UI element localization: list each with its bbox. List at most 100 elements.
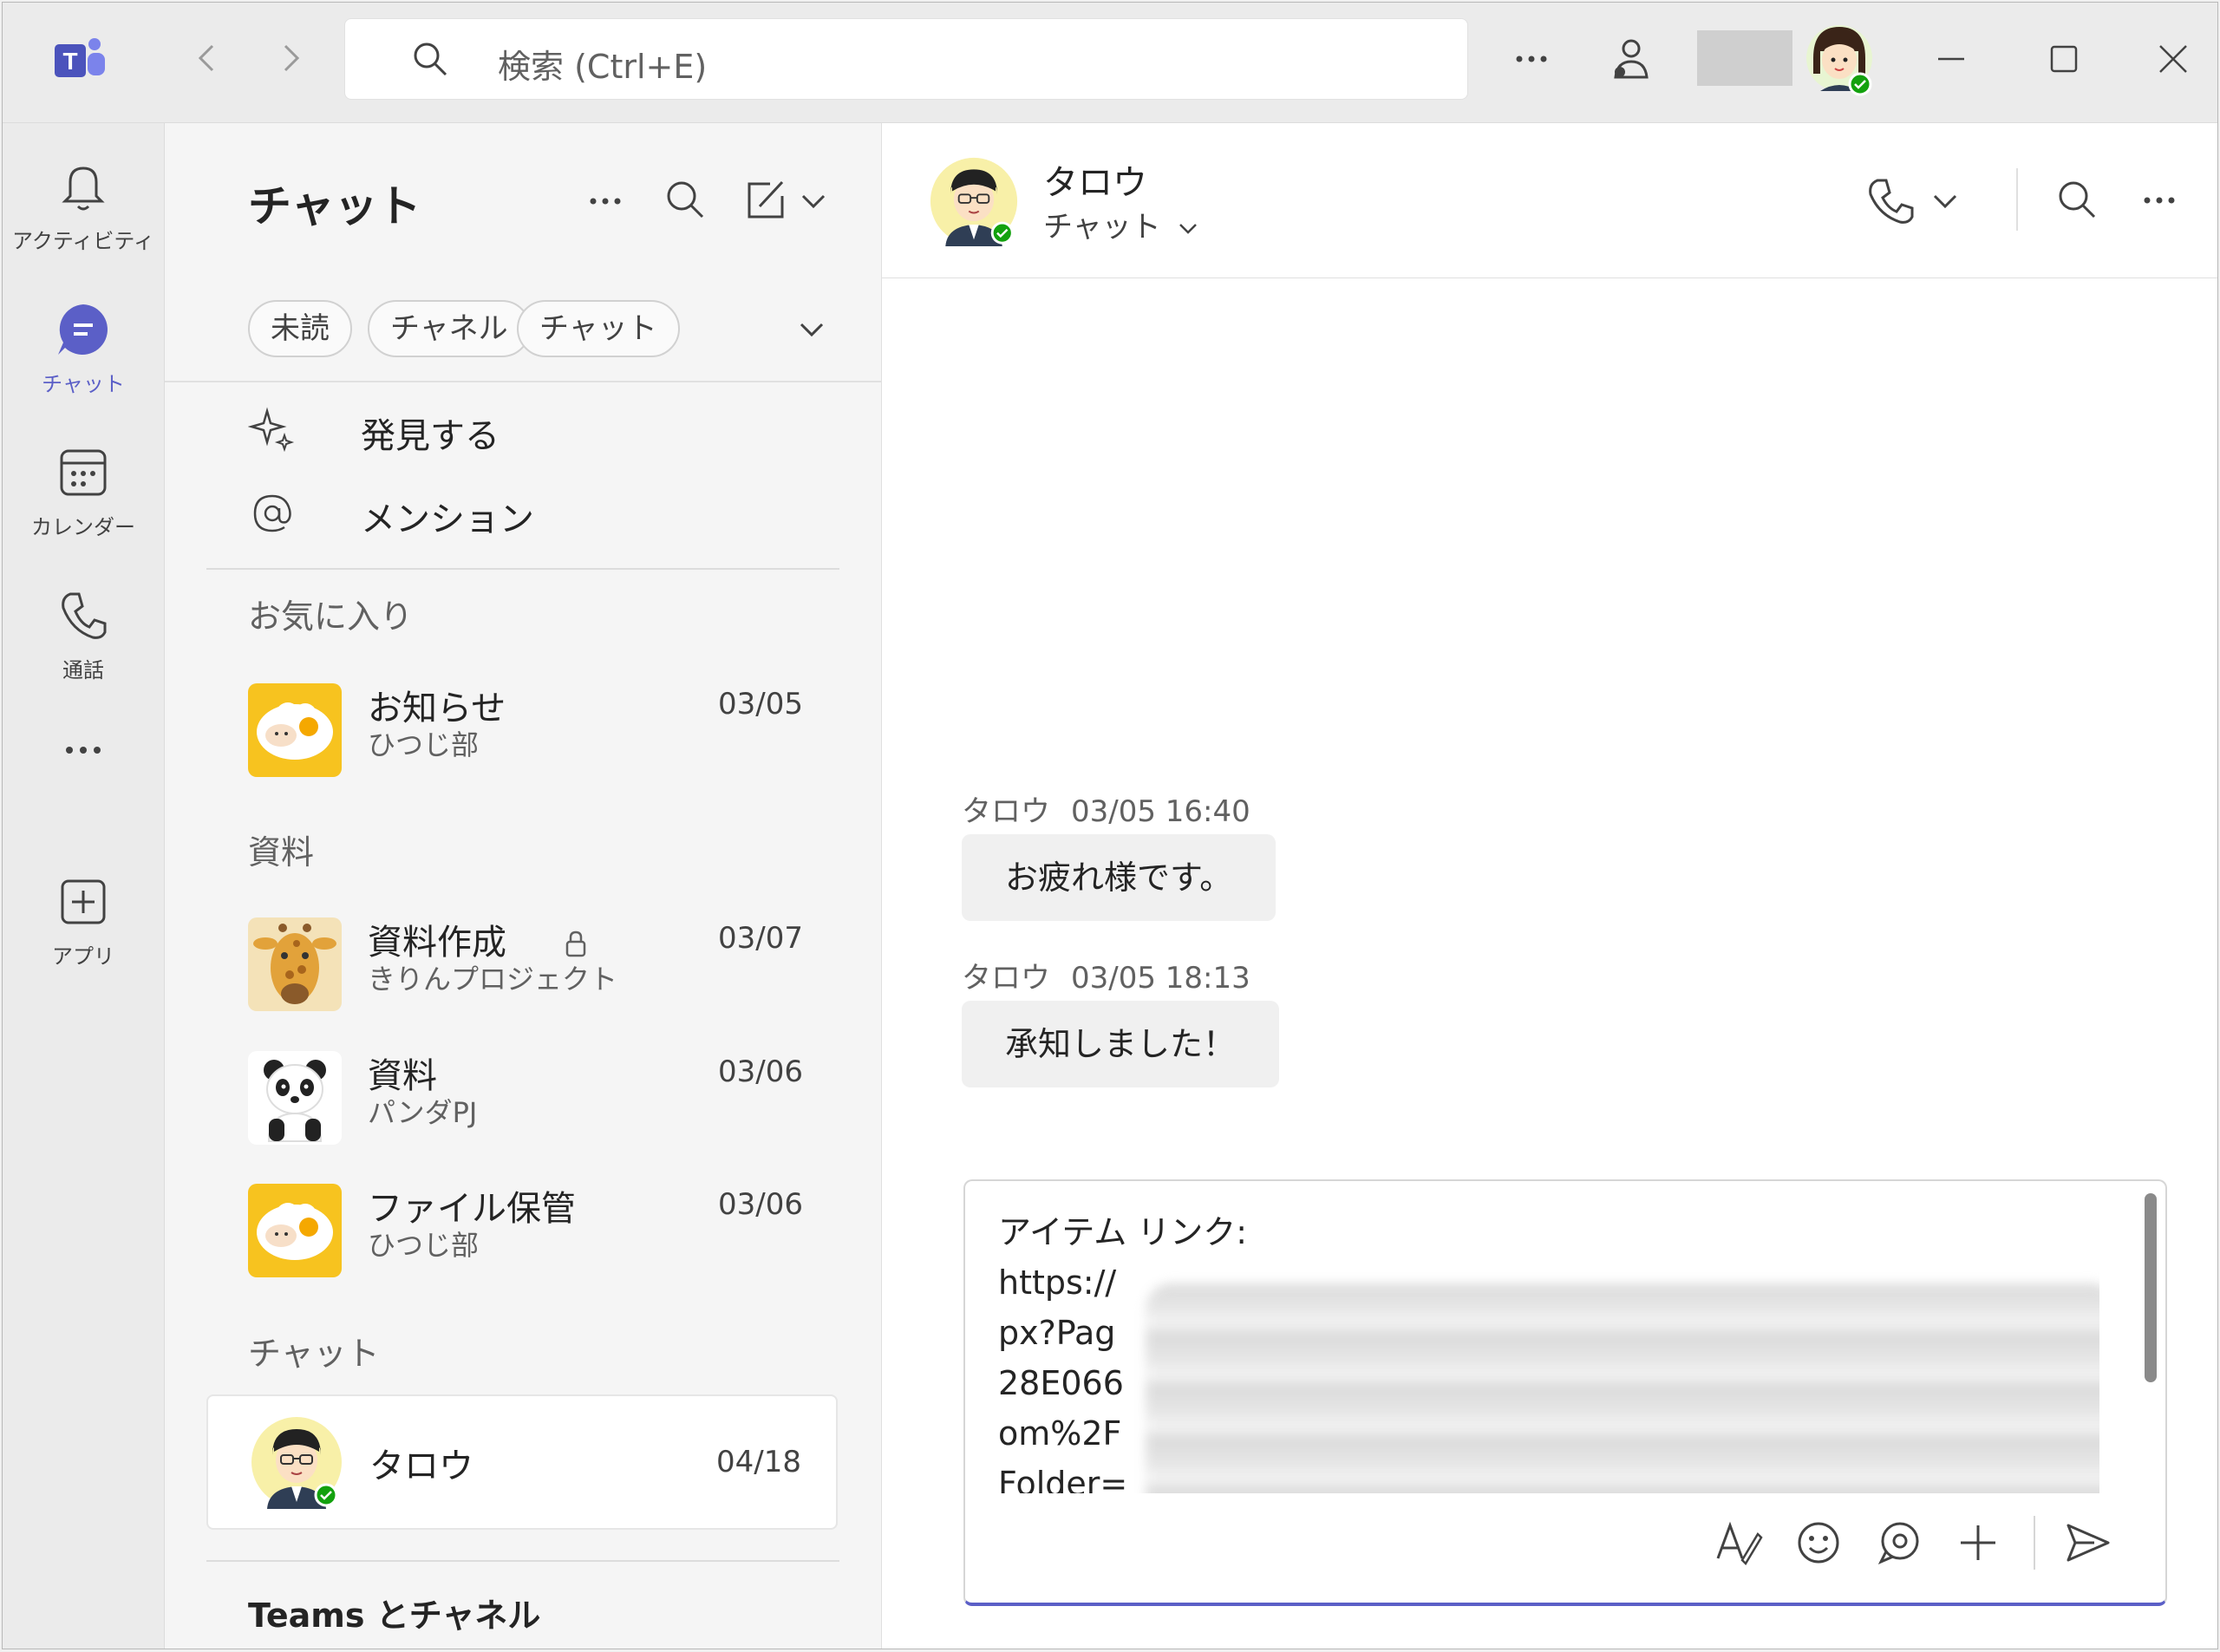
add-app-icon <box>55 873 112 930</box>
svg-text:T: T <box>62 48 77 75</box>
chat-icon <box>55 301 112 358</box>
panda-avatar <box>248 1051 342 1145</box>
rail-label-apps: アプリ <box>52 944 114 969</box>
man-avatar <box>250 1415 343 1509</box>
new-chat-chevron-down-icon[interactable] <box>796 184 831 219</box>
chat-row-shiryo[interactable]: 資料 パンダPJ 03/06 <box>206 1028 838 1159</box>
section-favorites[interactable]: お気に入り <box>248 590 413 637</box>
copilot-person-icon[interactable] <box>1605 34 1655 84</box>
conversation-tab[interactable]: チャット <box>1043 203 1201 245</box>
header-separator <box>2016 168 2018 231</box>
format-icon[interactable] <box>1711 1515 1766 1570</box>
chat-row-oshirase[interactable]: お知らせ ひつじ部 03/05 <box>206 661 838 791</box>
minimize-icon[interactable] <box>1929 37 1973 81</box>
chat-row-shiryo-sakusei[interactable]: 資料作成 きりんプロジェクト 03/07 <box>206 895 838 1025</box>
conversation-avatar[interactable] <box>929 156 1019 246</box>
nav-discover[interactable]: 発見する <box>248 399 768 460</box>
chat-row-date: 03/05 <box>718 687 803 722</box>
chat-row-name: タロウ <box>369 1446 473 1486</box>
section-chat[interactable]: チャット <box>248 1327 380 1374</box>
nav-divider <box>206 568 839 570</box>
close-icon[interactable] <box>2151 37 2195 81</box>
send-icon[interactable] <box>2060 1515 2115 1570</box>
new-chat-icon[interactable] <box>737 172 794 229</box>
rail-item-chat[interactable]: チャット <box>3 284 164 414</box>
rail-label-calls: 通話 <box>62 658 104 682</box>
add-icon[interactable] <box>1950 1515 2006 1570</box>
more-icon <box>55 722 112 779</box>
account-name-redacted <box>1697 30 1792 86</box>
list-more-icon[interactable] <box>579 175 631 227</box>
chat-row-sub: パンダPJ <box>368 1096 478 1129</box>
chat-row-sub: きりんプロジェクト <box>368 963 618 996</box>
message-author: タロウ <box>962 794 1050 829</box>
at-icon <box>248 489 297 538</box>
nav-discover-label: 発見する <box>361 416 500 456</box>
chat-row-date: 03/06 <box>718 1187 803 1222</box>
section-teams-channels[interactable]: Teams とチャネル <box>248 1589 540 1636</box>
compose-scrollbar[interactable] <box>2145 1193 2157 1382</box>
filter-chevron-down-icon[interactable] <box>794 312 829 347</box>
giraffe-avatar <box>248 917 342 1011</box>
conversation-pane: タロウ チャット タロウ 03/05 16:40 お疲れ様です。 タロウ 03/… <box>882 123 2217 1649</box>
conversation-header: タロウ チャット <box>882 123 2217 278</box>
search-box[interactable]: 検索 (Ctrl+E) <box>344 18 1468 100</box>
conversation-more-icon[interactable] <box>2131 172 2188 229</box>
sheep-avatar <box>248 683 342 777</box>
message-meta: タロウ 03/05 16:40 <box>962 787 1271 830</box>
call-chevron-down-icon[interactable] <box>1928 184 1962 219</box>
toolbar-separator <box>2034 1516 2035 1570</box>
bell-icon <box>55 158 112 215</box>
user-avatar[interactable] <box>1805 22 1874 98</box>
filter-divider <box>165 381 881 382</box>
rail-item-more[interactable] <box>3 713 164 800</box>
chat-row-taro[interactable]: タロウ 04/18 <box>206 1394 838 1530</box>
conversation-search-icon[interactable] <box>2049 172 2106 229</box>
message-author: タロウ <box>962 961 1050 996</box>
loop-icon[interactable] <box>1871 1515 1926 1570</box>
sparkle-icon <box>248 406 297 454</box>
list-search-icon[interactable] <box>657 172 715 229</box>
search-placeholder: 検索 (Ctrl+E) <box>498 48 708 86</box>
chat-row-sub: ひつじ部 <box>368 1229 480 1262</box>
call-icon[interactable] <box>1862 172 1919 229</box>
filter-chats[interactable]: チャット <box>517 300 680 357</box>
section-divider <box>206 1560 839 1562</box>
nav-mentions-label: メンション <box>361 500 534 539</box>
teams-logo-icon: T <box>51 32 108 89</box>
message-meta: タロウ 03/05 18:13 <box>962 954 1271 996</box>
rail-label-chat: チャット <box>42 372 125 396</box>
section-shiryo[interactable]: 資料 <box>248 826 314 873</box>
emoji-icon[interactable] <box>1791 1515 1846 1570</box>
filter-channels[interactable]: チャネル <box>368 300 531 357</box>
rail-item-apps[interactable]: アプリ <box>3 856 164 986</box>
filter-unread[interactable]: 未読 <box>248 300 352 357</box>
sheep-avatar <box>248 1184 342 1277</box>
message-time: 03/05 16:40 <box>1071 794 1250 829</box>
compose-box[interactable]: アイテム リンク: https:// px?Pag 28E066 om%2F F… <box>963 1179 2167 1606</box>
rail-label-activity: アクティビティ <box>12 229 154 253</box>
rail-item-calls[interactable]: 通話 <box>3 570 164 700</box>
compose-text[interactable]: アイテム リンク: https:// px?Pag 28E066 om%2F F… <box>998 1207 2099 1493</box>
chat-list-title: チャット <box>248 181 421 232</box>
nav-mentions[interactable]: メンション <box>248 482 768 543</box>
message-bubble[interactable]: お疲れ様です。 <box>962 834 1276 921</box>
chat-list-pane: チャット 未読 チャネル チャット 発見する メンション お気に入り お知らせ … <box>165 123 882 1649</box>
maximize-icon[interactable] <box>2042 37 2086 81</box>
teams-window: T 検索 (Ctrl+E) アクティビティ チャット カレンダー 通話 アプリ … <box>2 2 2218 1649</box>
chat-row-date: 04/18 <box>716 1445 801 1479</box>
conversation-name: タロウ <box>1043 163 1147 203</box>
message-bubble[interactable]: 承知しました！ <box>962 1001 1280 1087</box>
rail-item-activity[interactable]: アクティビティ <box>3 140 164 271</box>
search-icon <box>409 38 453 82</box>
chat-row-file-hokan[interactable]: ファイル保管 ひつじ部 03/06 <box>206 1161 838 1291</box>
app-rail: アクティビティ チャット カレンダー 通話 アプリ <box>3 123 165 1649</box>
calendar-icon <box>55 444 112 501</box>
chat-row-sub: ひつじ部 <box>368 728 480 761</box>
back-arrow-icon[interactable] <box>186 37 228 79</box>
forward-arrow-icon[interactable] <box>270 37 311 79</box>
more-options-icon[interactable] <box>1510 37 1553 81</box>
rail-item-calendar[interactable]: カレンダー <box>3 427 164 557</box>
chat-row-date: 03/06 <box>718 1055 803 1089</box>
redacted-url-blur <box>1146 1283 2099 1493</box>
